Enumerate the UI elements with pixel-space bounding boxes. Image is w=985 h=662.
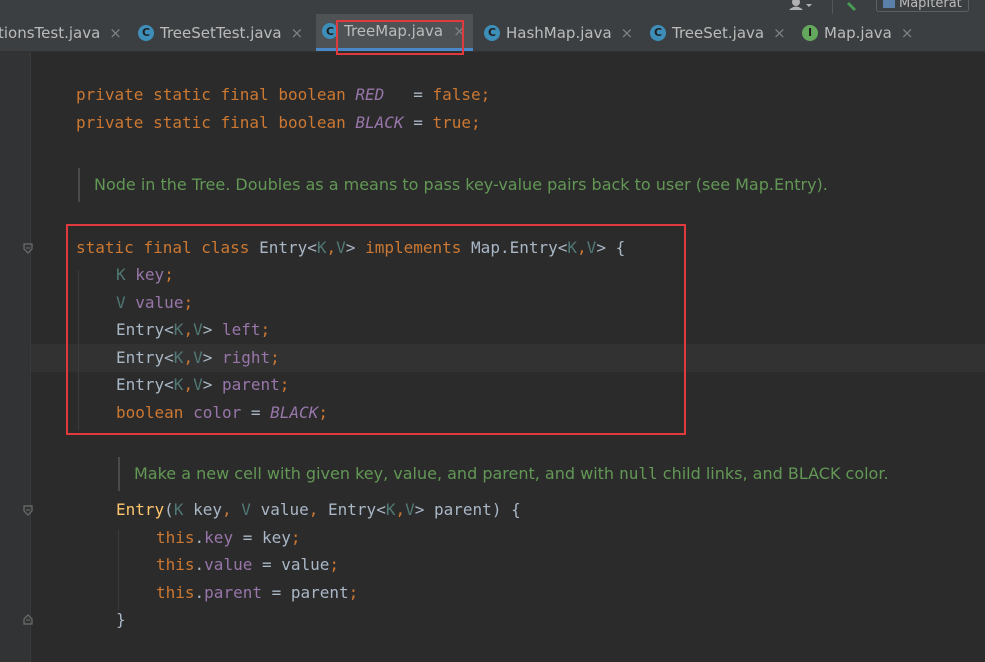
- editor-gutter: [0, 52, 31, 662]
- tab-treeset[interactable]: C TreeSet.java ×: [650, 14, 794, 51]
- close-icon[interactable]: ×: [291, 24, 304, 42]
- tab-label: Map.java: [824, 23, 892, 42]
- tab-label: TreeSet.java: [672, 23, 765, 42]
- tab-label: tionsTest.java: [0, 23, 101, 42]
- code-line-close-brace[interactable]: }: [116, 609, 126, 631]
- close-icon[interactable]: ×: [621, 24, 634, 42]
- tab-hashmap[interactable]: C HashMap.java ×: [484, 14, 639, 51]
- toolbar-divider: [832, 0, 833, 14]
- code-line-red-constant[interactable]: private static final boolean RED = false…: [76, 84, 490, 106]
- java-class-icon: C: [484, 24, 500, 41]
- user-icon[interactable]: [788, 0, 812, 14]
- java-class-icon: C: [138, 24, 154, 41]
- code-line-black-constant[interactable]: private static final boolean BLACK = tru…: [76, 112, 481, 134]
- tab-label: HashMap.java: [506, 23, 612, 42]
- code-line-assign-key[interactable]: this.key = key;: [156, 527, 301, 549]
- code-line-assign-parent[interactable]: this.parent = parent;: [156, 582, 358, 604]
- close-icon[interactable]: ×: [901, 24, 914, 42]
- close-icon[interactable]: ×: [773, 24, 786, 42]
- indent-guide: [118, 530, 119, 610]
- build-hammer-icon[interactable]: [846, 0, 860, 14]
- tab-treesettest[interactable]: C TreeSetTest.java ×: [138, 14, 308, 51]
- doc-comment-node: Node in the Tree. Doubles as a means to …: [78, 168, 828, 202]
- close-icon[interactable]: ×: [109, 24, 122, 42]
- fold-marker-icon[interactable]: [23, 613, 33, 625]
- editor-tab-bar: tionsTest.java × C TreeSetTest.java × C …: [0, 14, 985, 52]
- tab-map[interactable]: I Map.java ×: [802, 14, 922, 51]
- doc-comment-constructor: Make a new cell with given key, value, a…: [118, 457, 889, 491]
- tab-label: TreeSetTest.java: [160, 23, 282, 42]
- annotation-highlight-entry-class: [66, 224, 686, 435]
- tab-collectionstest[interactable]: tionsTest.java ×: [0, 14, 125, 51]
- fold-marker-icon[interactable]: [23, 243, 33, 255]
- run-config-selector[interactable]: MapIterat: [876, 0, 969, 12]
- java-class-icon: C: [650, 24, 666, 41]
- fold-marker-icon[interactable]: [23, 505, 33, 517]
- java-interface-icon: I: [802, 24, 818, 41]
- top-toolbar-strip: MapIterat: [0, 0, 985, 14]
- run-config-icon: [883, 0, 895, 8]
- code-line-assign-value[interactable]: this.value = value;: [156, 554, 339, 576]
- annotation-highlight-tab: [336, 20, 464, 55]
- run-config-label: MapIterat: [899, 0, 962, 11]
- code-line-constructor-signature[interactable]: Entry(K key, V value, Entry<K,V> parent)…: [116, 499, 521, 521]
